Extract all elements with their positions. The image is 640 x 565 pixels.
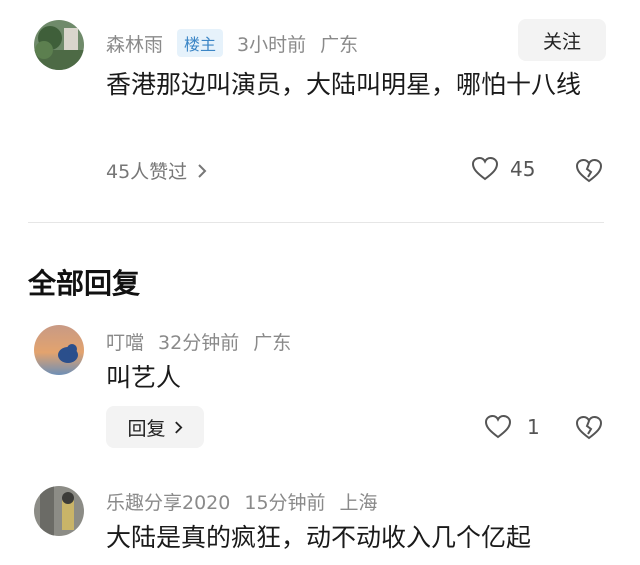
avatar[interactable]: [34, 325, 84, 375]
broken-heart-icon: [576, 416, 602, 440]
liked-summary-link[interactable]: 45人赞过: [106, 157, 207, 184]
reply-label: 回复: [127, 417, 166, 440]
chevron-right-icon: [174, 420, 183, 435]
section-title: 全部回复: [28, 267, 141, 300]
like-count: 1: [527, 415, 540, 439]
dislike-button[interactable]: [576, 416, 602, 440]
liked-summary: 45人赞过: [106, 161, 188, 183]
reply-meta: 乐趣分享2020 15分钟前 上海: [106, 488, 392, 515]
post-text: 香港那边叫演员，大陆叫明星，哪怕十八线: [106, 70, 582, 99]
like-button[interactable]: 45: [472, 157, 535, 181]
timestamp: 32分钟前: [158, 332, 240, 354]
like-button[interactable]: 1: [485, 415, 540, 439]
reply-text: 大陆是真的疯狂，动不动收入几个亿起: [106, 523, 532, 552]
timestamp: 15分钟前: [244, 492, 326, 514]
divider: [28, 222, 604, 223]
username[interactable]: 乐趣分享2020: [106, 488, 230, 515]
avatar[interactable]: [34, 486, 84, 536]
username[interactable]: 森林雨: [106, 30, 163, 57]
location: 上海: [339, 492, 378, 514]
broken-heart-icon: [576, 159, 602, 183]
username[interactable]: 叮噹: [106, 328, 144, 355]
follow-button[interactable]: 关注: [518, 19, 606, 61]
location: 广东: [253, 332, 292, 354]
reply-button[interactable]: 回复: [106, 406, 204, 448]
post-meta: 森林雨 楼主 3小时前 广东: [106, 29, 372, 57]
timestamp: 3小时前: [237, 33, 307, 56]
like-count: 45: [510, 157, 536, 181]
reply-text: 叫艺人: [106, 363, 182, 392]
owner-badge: 楼主: [177, 29, 224, 57]
chevron-right-icon: [197, 163, 207, 179]
reply-meta: 叮噹 32分钟前 广东: [106, 328, 305, 355]
heart-outline-icon: [485, 415, 511, 439]
avatar[interactable]: [34, 20, 84, 70]
heart-outline-icon: [472, 157, 498, 181]
dislike-button[interactable]: [576, 159, 602, 183]
location: 广东: [320, 33, 359, 56]
